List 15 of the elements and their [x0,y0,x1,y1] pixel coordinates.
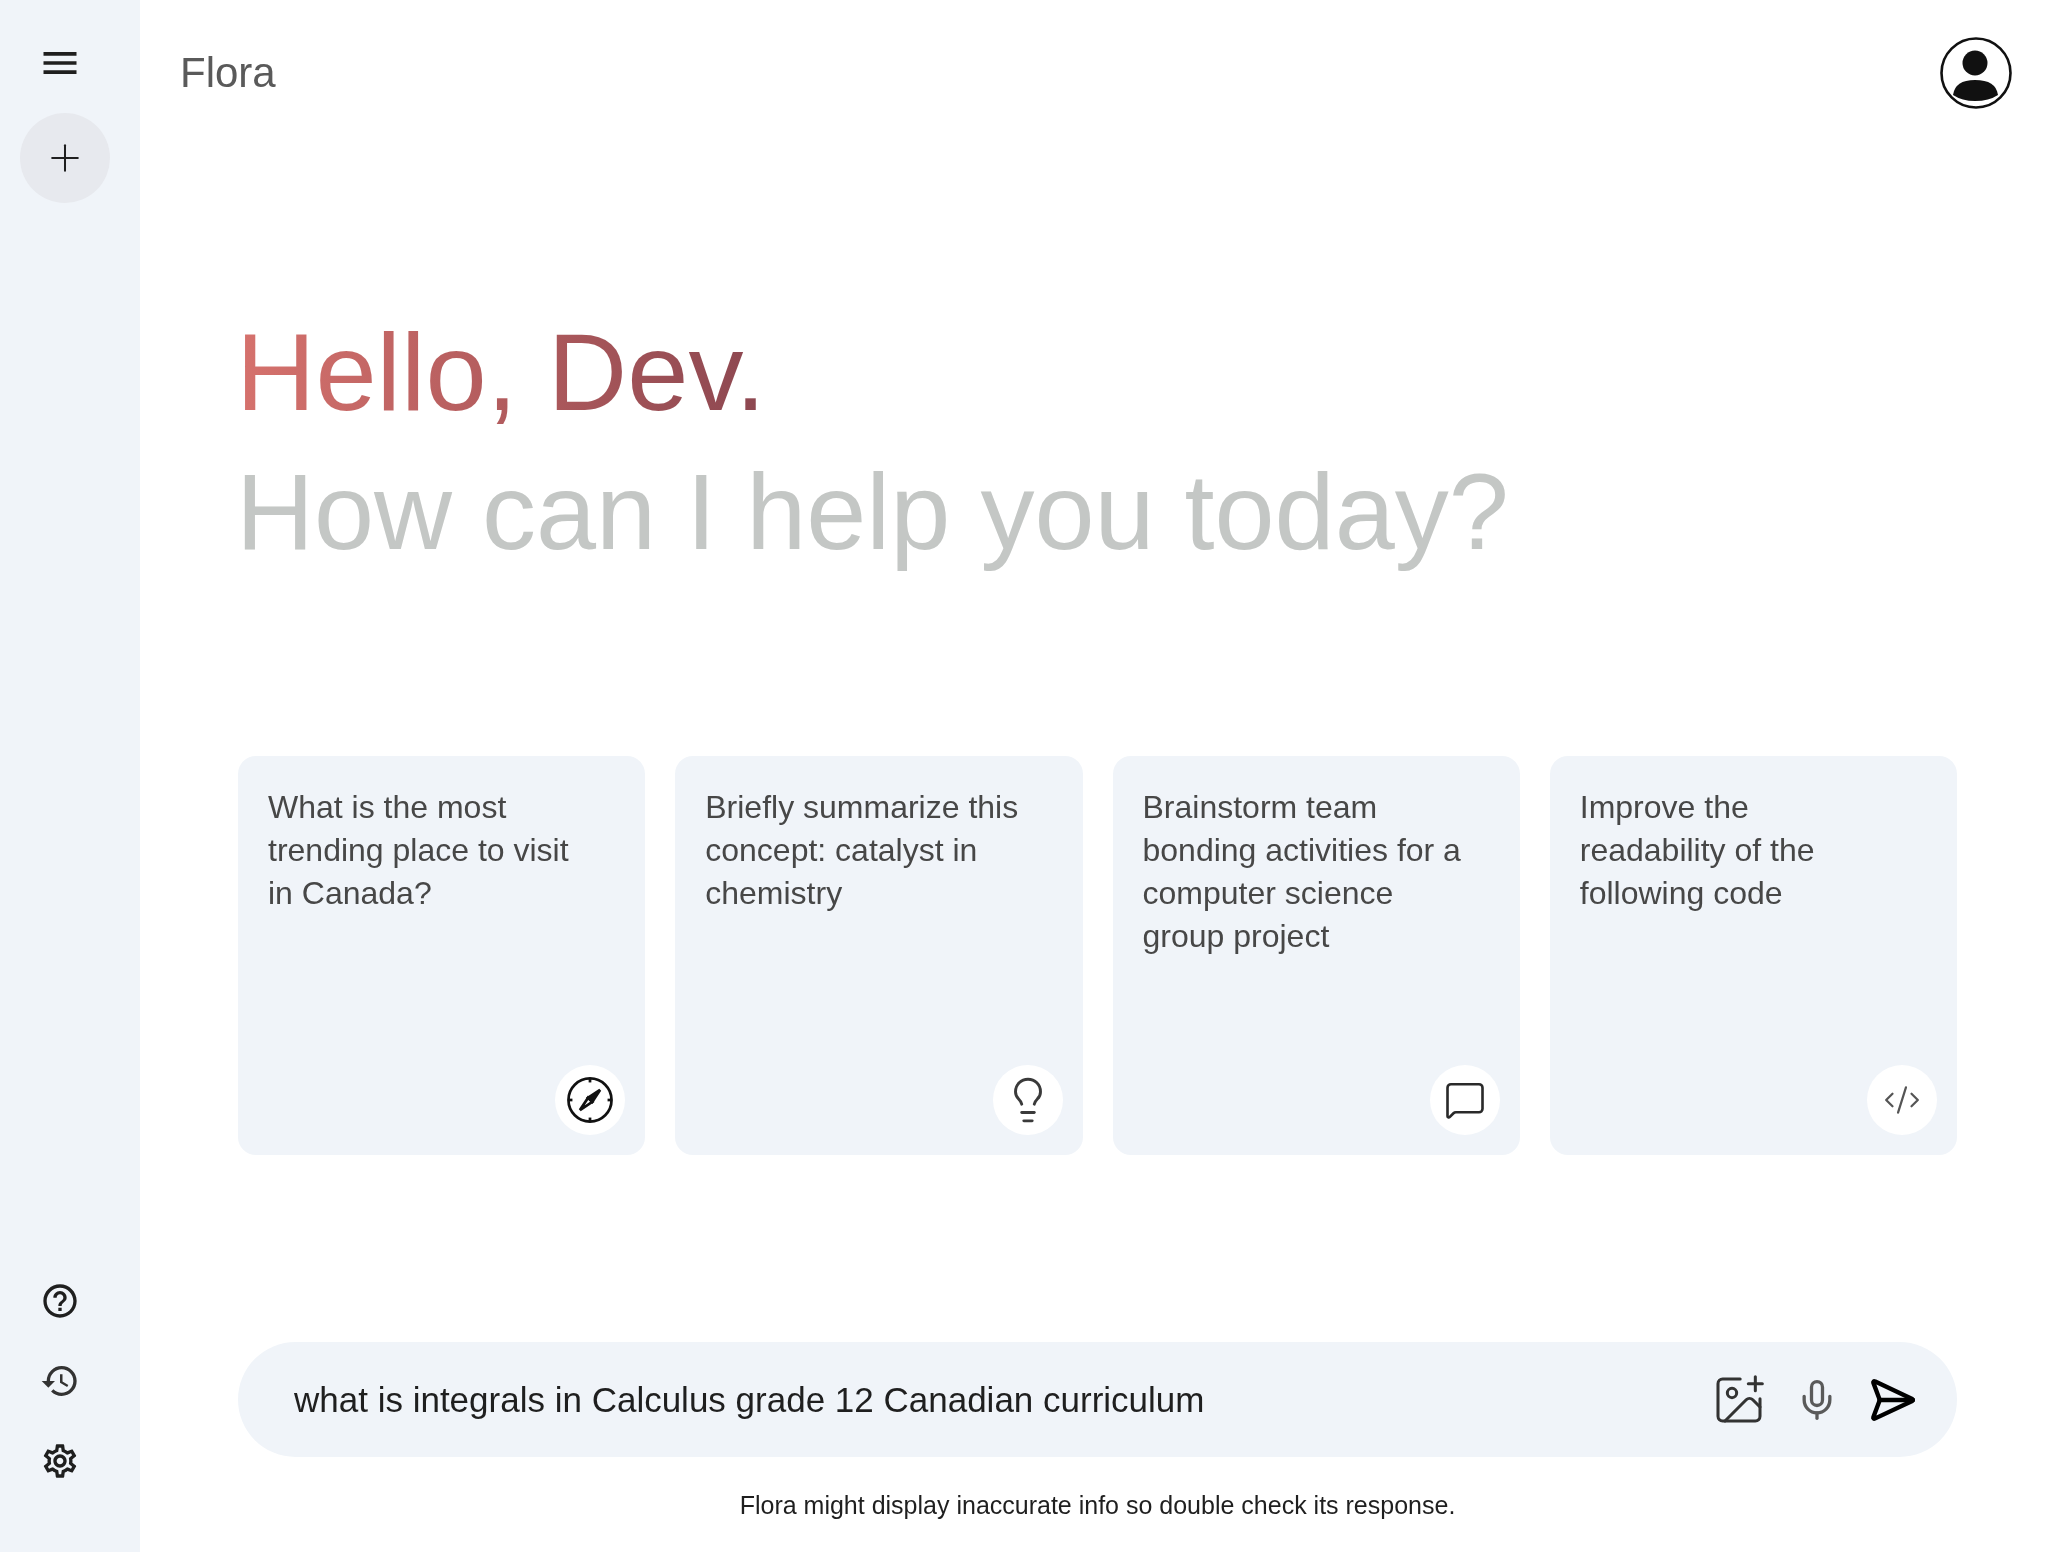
message-input[interactable]: what is integrals in Calculus grade 12 Canadian curriculum [294,1377,1691,1422]
app-title: Flora [180,52,276,94]
message-field[interactable]: what is integrals in Calculus grade 12 Canadian curriculum [238,1342,1957,1457]
suggestion-text: What is the most trending place to visit in Canada? [268,788,570,913]
disclaimer-text: Flora might display inaccurate info so double check its response. [738,1490,1457,1520]
greeting-subtitle: How can I help you today? [236,450,1509,574]
suggestion-card[interactable]: Briefly summarize this concept: catalyst in chemistry [675,756,1083,1155]
suggestion-card[interactable]: What is the most trending place to visit in Canada? [238,756,646,1155]
suggestion-text: Brainstorm team bonding activities for a computer science group project [1142,788,1462,956]
suggestion-text: Briefly summarize this concept: catalyst in chemistry [705,788,1020,913]
suggestion-card[interactable]: Improve the readability of the following code [1549,756,1957,1155]
user-icon[interactable] [1940,37,2012,109]
suggestion-text: Improve the readability of the following code [1579,788,1816,913]
suggestion-card[interactable]: Brainstorm team bonding activities for a computer science group project [1112,756,1520,1155]
help-icon[interactable] [40,1281,80,1321]
